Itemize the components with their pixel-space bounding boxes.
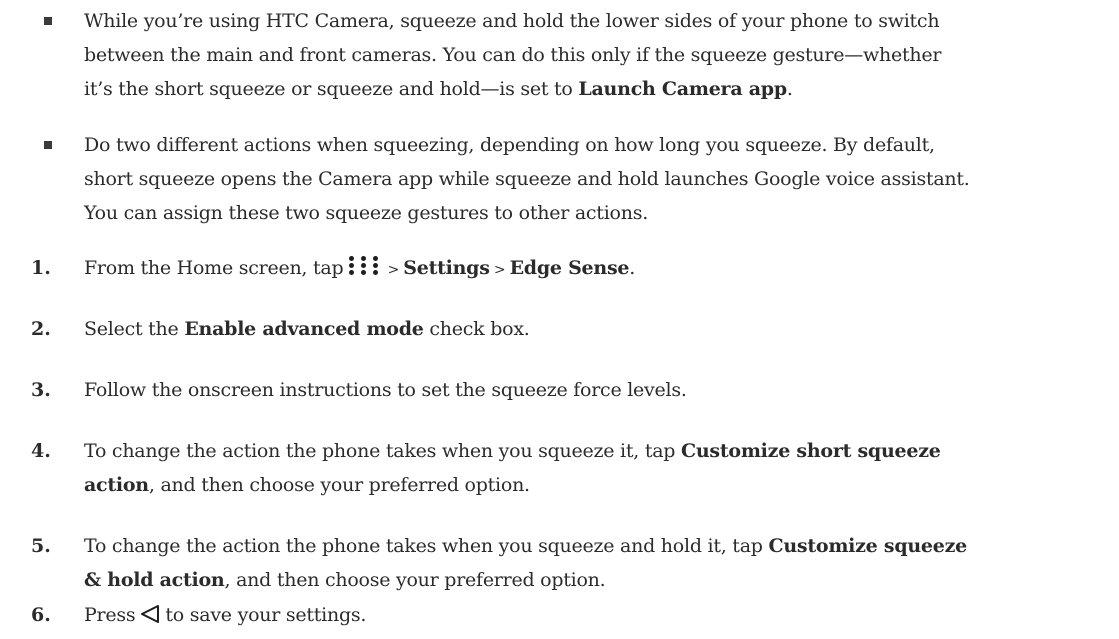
bullet-text: it’s the short squeeze or squeeze and ho… bbox=[84, 78, 579, 100]
step-text-line: From the Home screen, tap > Settings > E… bbox=[84, 251, 1084, 287]
step-number: 3. bbox=[31, 379, 51, 401]
step-text: to save your settings. bbox=[165, 604, 367, 626]
step-text: . bbox=[629, 257, 636, 279]
step-item-6: Press to save your settings. bbox=[84, 598, 1084, 632]
step-item-5: To change the action the phone takes whe… bbox=[84, 529, 1084, 597]
step-item-3: Follow the onscreen instructions to set … bbox=[84, 373, 1084, 407]
bold-term: Launch Camera app bbox=[578, 78, 787, 100]
step-text: Press bbox=[84, 604, 136, 626]
step-text-line: Follow the onscreen instructions to set … bbox=[84, 379, 687, 401]
step-text: check box. bbox=[423, 318, 530, 340]
step-text-line: action, and then choose your preferred o… bbox=[84, 468, 1084, 502]
step-number: 4. bbox=[31, 440, 51, 462]
step-text-line: & hold action, and then choose your pref… bbox=[84, 563, 1084, 597]
bullet-text-line: between the main and front cameras. You … bbox=[84, 44, 942, 66]
bullet-text-line: it’s the short squeeze or squeeze and ho… bbox=[84, 72, 1084, 106]
bold-term: Settings bbox=[403, 257, 490, 279]
bold-term: Customize short squeeze bbox=[681, 440, 941, 462]
bold-term: action bbox=[84, 474, 149, 496]
apps-grid-icon bbox=[347, 256, 381, 276]
bullet-text: . bbox=[786, 78, 793, 100]
bold-term: Enable advanced mode bbox=[184, 318, 424, 340]
step-text-line: Select the Enable advanced mode check bo… bbox=[84, 312, 1084, 346]
step-item-4: To change the action the phone takes whe… bbox=[84, 434, 1084, 502]
bullet-marker bbox=[44, 141, 52, 149]
step-text-line: To change the action the phone takes whe… bbox=[84, 434, 1084, 468]
bullet-text-line: Do two different actions when squeezing,… bbox=[84, 134, 935, 156]
bullet-item-two-actions: Do two different actions when squeezing,… bbox=[84, 128, 1084, 230]
step-separator: > bbox=[489, 262, 510, 278]
step-text-line: To change the action the phone takes whe… bbox=[84, 529, 1084, 563]
bullet-text-line: short squeeze opens the Camera app while… bbox=[84, 168, 970, 190]
step-text-line: Press to save your settings. bbox=[84, 598, 1084, 632]
bullet-marker bbox=[44, 17, 52, 25]
step-number: 6. bbox=[31, 604, 51, 626]
bold-term: & hold action bbox=[84, 569, 225, 591]
step-number: 2. bbox=[31, 318, 51, 340]
step-text: To change the action the phone takes whe… bbox=[84, 440, 681, 462]
back-triangle-icon bbox=[141, 605, 160, 623]
step-item-2: Select the Enable advanced mode check bo… bbox=[84, 312, 1084, 346]
bullet-text-line: While you’re using HTC Camera, squeeze a… bbox=[84, 10, 940, 32]
step-separator: > bbox=[383, 262, 404, 278]
step-number: 1. bbox=[31, 257, 51, 279]
step-text: Select the bbox=[84, 318, 185, 340]
step-item-1: From the Home screen, tap > Settings > E… bbox=[84, 251, 1084, 287]
step-number: 5. bbox=[31, 535, 51, 557]
document-page: While you’re using HTC Camera, squeeze a… bbox=[0, 0, 1119, 639]
step-text: , and then choose your preferred option. bbox=[148, 474, 530, 496]
bullet-item-camera-switch: While you’re using HTC Camera, squeeze a… bbox=[84, 4, 1084, 106]
step-text: From the Home screen, tap bbox=[84, 257, 344, 279]
bullet-text-line: You can assign these two squeeze gesture… bbox=[84, 202, 648, 224]
step-text: To change the action the phone takes whe… bbox=[84, 535, 769, 557]
bold-term: Edge Sense bbox=[509, 257, 630, 279]
step-text: , and then choose your preferred option. bbox=[224, 569, 606, 591]
bold-term: Customize squeeze bbox=[768, 535, 967, 557]
